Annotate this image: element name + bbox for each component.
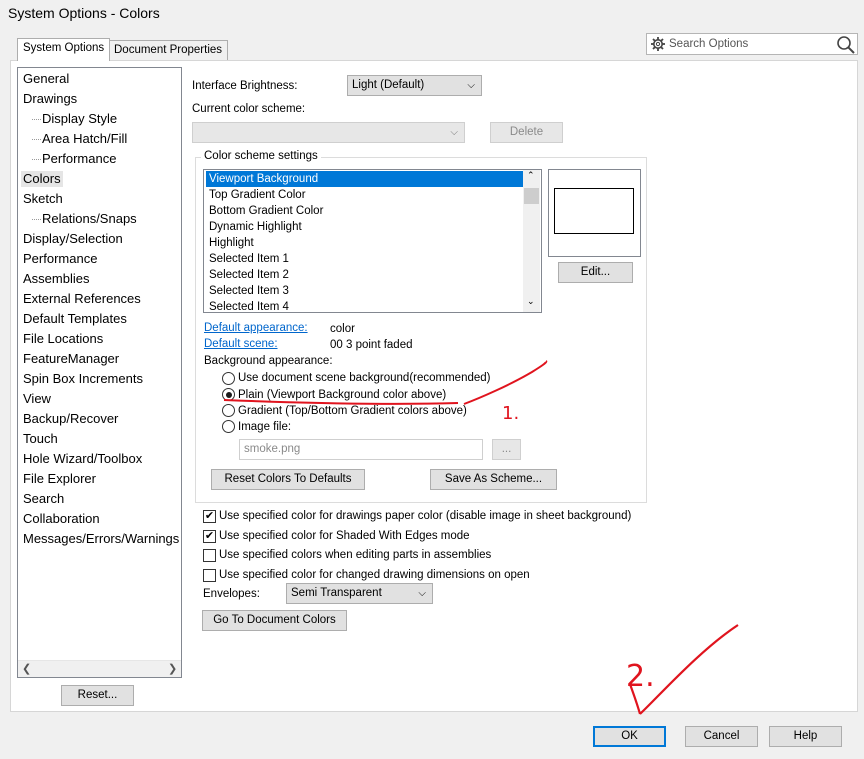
tree-item[interactable]: External References — [23, 291, 141, 307]
cancel-button[interactable]: Cancel — [685, 726, 758, 747]
color-list-item[interactable]: Selected Item 2 — [206, 267, 524, 283]
chevron-down-icon: ⌵ — [450, 127, 458, 138]
tree-item[interactable]: Backup/Recover — [23, 411, 118, 427]
color-list-item[interactable]: Selected Item 3 — [206, 283, 524, 299]
brightness-value: Light (Default) — [352, 79, 425, 91]
default-appearance-value: color — [330, 323, 355, 335]
radio-gradient[interactable] — [222, 404, 235, 417]
radio-plain-label[interactable]: Plain (Viewport Background color above) — [238, 389, 446, 401]
tree-item[interactable]: Spin Box Increments — [23, 371, 143, 387]
radio-gradient-label[interactable]: Gradient (Top/Bottom Gradient colors abo… — [238, 405, 467, 417]
tree-item[interactable]: Assemblies — [23, 271, 89, 287]
tree-connector — [32, 119, 41, 120]
reset-button[interactable]: Reset... — [61, 685, 134, 706]
tree-connector — [32, 139, 41, 140]
radio-image-file-label[interactable]: Image file: — [238, 421, 291, 433]
edit-button[interactable]: Edit... — [558, 262, 633, 283]
background-appearance-label: Background appearance: — [204, 355, 333, 367]
default-scene-value: 00 3 point faded — [330, 339, 413, 351]
color-list-item[interactable]: Highlight — [206, 235, 524, 251]
tree-item[interactable]: Display Style — [42, 111, 117, 127]
tree-item[interactable]: Colors — [21, 171, 63, 187]
scroll-up-icon[interactable]: ⌃ — [527, 170, 535, 181]
tree-item[interactable]: Sketch — [23, 191, 63, 207]
search-box[interactable]: Search Options — [646, 33, 858, 55]
radio-scene-background[interactable] — [222, 372, 235, 385]
save-as-scheme-button[interactable]: Save As Scheme... — [430, 469, 557, 490]
group-title: Color scheme settings — [201, 150, 321, 162]
tree-item[interactable]: File Explorer — [23, 471, 96, 487]
checkbox-label[interactable]: Use specified color for drawings paper c… — [219, 510, 631, 522]
envelopes-dropdown[interactable]: Semi Transparent ⌵ — [286, 583, 433, 604]
search-input[interactable]: Search Options — [669, 38, 748, 50]
tree-item[interactable]: Default Templates — [23, 311, 127, 327]
go-to-document-colors-button[interactable]: Go To Document Colors — [202, 610, 347, 631]
default-appearance-link[interactable]: Default appearance: — [204, 322, 308, 334]
tree-item[interactable]: Search — [23, 491, 64, 507]
scroll-left-icon[interactable]: ❮ — [22, 662, 31, 675]
brightness-label: Interface Brightness: — [192, 80, 298, 92]
reset-colors-button[interactable]: Reset Colors To Defaults — [211, 469, 365, 490]
color-scheme-label: Current color scheme: — [192, 103, 306, 115]
tree-connector — [32, 159, 41, 160]
checkbox[interactable] — [203, 569, 216, 582]
checkbox-label[interactable]: Use specified color for Shaded With Edge… — [219, 530, 470, 542]
search-icon[interactable] — [836, 35, 856, 57]
color-list-item[interactable]: Selected Item 1 — [206, 251, 524, 267]
radio-plain[interactable] — [222, 388, 235, 401]
color-list-item[interactable]: Selected Item 4 — [206, 299, 524, 312]
tree-item[interactable]: Performance — [23, 251, 97, 267]
default-scene-link[interactable]: Default scene: — [204, 338, 278, 350]
checkbox-label[interactable]: Use specified color for changed drawing … — [219, 569, 530, 581]
tree-item[interactable]: Drawings — [23, 91, 77, 107]
tree-item[interactable]: Messages/Errors/Warnings — [23, 531, 179, 547]
color-list-item[interactable]: Dynamic Highlight — [206, 219, 524, 235]
radio-image-file[interactable] — [222, 420, 235, 433]
checkbox[interactable] — [203, 549, 216, 562]
envelopes-value: Semi Transparent — [291, 587, 382, 599]
tree-item[interactable]: General — [23, 71, 69, 87]
tree-item[interactable]: FeatureManager — [23, 351, 119, 367]
tree-item[interactable]: File Locations — [23, 331, 103, 347]
chevron-down-icon: ⌵ — [467, 80, 475, 91]
scroll-thumb[interactable] — [524, 188, 539, 204]
window-title: System Options - Colors — [8, 5, 160, 21]
brightness-dropdown[interactable]: Light (Default) ⌵ — [347, 75, 482, 96]
tree-horizontal-scrollbar[interactable]: ❮ ❯ — [18, 660, 181, 677]
tree-connector — [32, 219, 41, 220]
color-list-item[interactable]: Bottom Gradient Color — [206, 203, 524, 219]
checkbox[interactable]: ✔ — [203, 530, 216, 543]
tree-item[interactable]: Display/Selection — [23, 231, 123, 247]
ok-button[interactable]: OK — [593, 726, 666, 747]
scroll-right-icon[interactable]: ❯ — [168, 662, 177, 675]
tree-item[interactable]: View — [23, 391, 51, 407]
tree-item[interactable]: Area Hatch/Fill — [42, 131, 127, 147]
gear-icon[interactable] — [650, 36, 666, 55]
scroll-down-icon[interactable]: ⌄ — [527, 296, 535, 307]
color-list-item[interactable]: Viewport Background — [206, 171, 524, 187]
radio-scene-background-label[interactable]: Use document scene background(recommende… — [238, 372, 491, 384]
browse-button[interactable]: ... — [492, 439, 521, 460]
color-swatch — [554, 188, 634, 234]
envelopes-label: Envelopes: — [203, 588, 260, 600]
color-items-list[interactable]: Viewport Background Top Gradient Color Bot… — [203, 169, 542, 313]
checkbox[interactable]: ✔ — [203, 510, 216, 523]
list-vertical-scrollbar[interactable]: ⌃ ⌄ — [523, 170, 540, 312]
tree-item[interactable]: Hole Wizard/Toolbox — [23, 451, 142, 467]
options-tree: General Drawings Display Style Area Hatch/F… — [17, 67, 182, 678]
color-scheme-dropdown[interactable]: ⌵ — [192, 122, 465, 143]
tree-item[interactable]: Touch — [23, 431, 58, 447]
delete-button[interactable]: Delete — [490, 122, 563, 143]
color-list-item[interactable]: Top Gradient Color — [206, 187, 524, 203]
checkbox-label[interactable]: Use specified colors when editing parts … — [219, 549, 491, 561]
tree-item[interactable]: Relations/Snaps — [42, 211, 137, 227]
chevron-down-icon: ⌵ — [418, 588, 426, 599]
tab-document-properties[interactable]: Document Properties — [108, 40, 229, 61]
tab-system-options[interactable]: System Options — [17, 38, 111, 61]
help-button[interactable]: Help — [769, 726, 842, 747]
tree-item[interactable]: Performance — [42, 151, 116, 167]
image-file-input[interactable]: smoke.png — [239, 439, 483, 460]
tree-item[interactable]: Collaboration — [23, 511, 100, 527]
